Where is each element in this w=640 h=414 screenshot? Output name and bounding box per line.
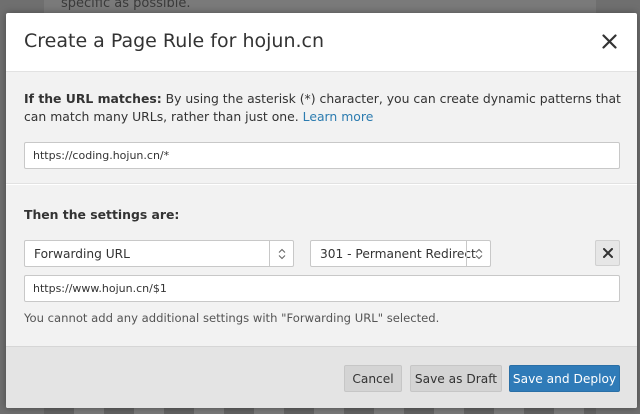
status-code-select[interactable]: 301 - Permanent Redirect [310, 240, 491, 267]
page-rule-dialog: Create a Page Rule for hojun.cn If the U… [6, 13, 637, 408]
learn-more-link[interactable]: Learn more [303, 109, 374, 124]
dialog-header: Create a Page Rule for hojun.cn [6, 13, 637, 72]
dialog-title: Create a Page Rule for hojun.cn [24, 30, 325, 52]
url-match-description: If the URL matches: By using the asteris… [24, 90, 624, 126]
status-code-select-value: 301 - Permanent Redirect [320, 247, 476, 261]
forwarding-url-input[interactable] [24, 275, 620, 302]
setting-select-value: Forwarding URL [34, 247, 130, 261]
settings-note: You cannot add any additional settings w… [24, 311, 440, 325]
background-text: specific as possible. [61, 0, 191, 11]
select-arrows-icon [269, 241, 293, 266]
settings-title: Then the settings are: [24, 207, 180, 222]
setting-select[interactable]: Forwarding URL [24, 240, 294, 267]
dialog-footer: Cancel Save as Draft Save and Deploy [6, 346, 637, 408]
cancel-button[interactable]: Cancel [344, 365, 402, 392]
close-icon [601, 33, 617, 49]
select-arrows-icon [466, 241, 490, 266]
save-as-draft-button[interactable]: Save as Draft [410, 365, 502, 392]
url-match-label: If the URL matches: [24, 91, 162, 106]
settings-section: Then the settings are: Forwarding URL 30… [6, 185, 637, 346]
save-and-deploy-button[interactable]: Save and Deploy [509, 365, 620, 392]
close-button[interactable] [595, 27, 623, 55]
url-pattern-input[interactable] [24, 142, 620, 169]
remove-setting-button[interactable] [595, 240, 620, 266]
close-icon [602, 248, 613, 258]
